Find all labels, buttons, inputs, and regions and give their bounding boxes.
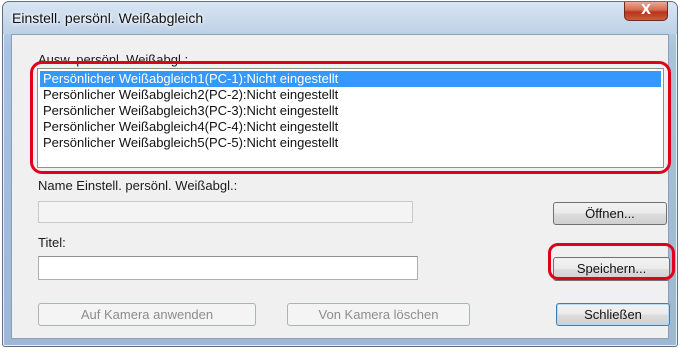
list-highlight-outline bbox=[30, 61, 671, 174]
dialog-window: Einstell. persönl. Weißabgleich X Ausw. … bbox=[2, 1, 678, 347]
name-field[interactable] bbox=[38, 201, 413, 223]
save-highlight-outline bbox=[548, 243, 675, 280]
close-button[interactable]: Schließen bbox=[556, 303, 670, 326]
open-button[interactable]: Öffnen... bbox=[553, 202, 667, 225]
title-bar[interactable]: Einstell. persönl. Weißabgleich X bbox=[3, 2, 677, 34]
title-input[interactable] bbox=[38, 256, 418, 280]
title-field-label: Titel: bbox=[38, 235, 66, 250]
delete-from-camera-button[interactable]: Von Kamera löschen bbox=[287, 303, 470, 326]
apply-to-camera-button[interactable]: Auf Kamera anwenden bbox=[38, 303, 256, 326]
window-title: Einstell. persönl. Weißabgleich bbox=[12, 10, 204, 26]
name-field-label: Name Einstell. persönl. Weißabgl.: bbox=[38, 178, 238, 193]
close-window-button[interactable]: X bbox=[624, 2, 668, 21]
dialog-client-area: Ausw. persönl. Weißabgl.: Persönlicher W… bbox=[11, 34, 675, 339]
